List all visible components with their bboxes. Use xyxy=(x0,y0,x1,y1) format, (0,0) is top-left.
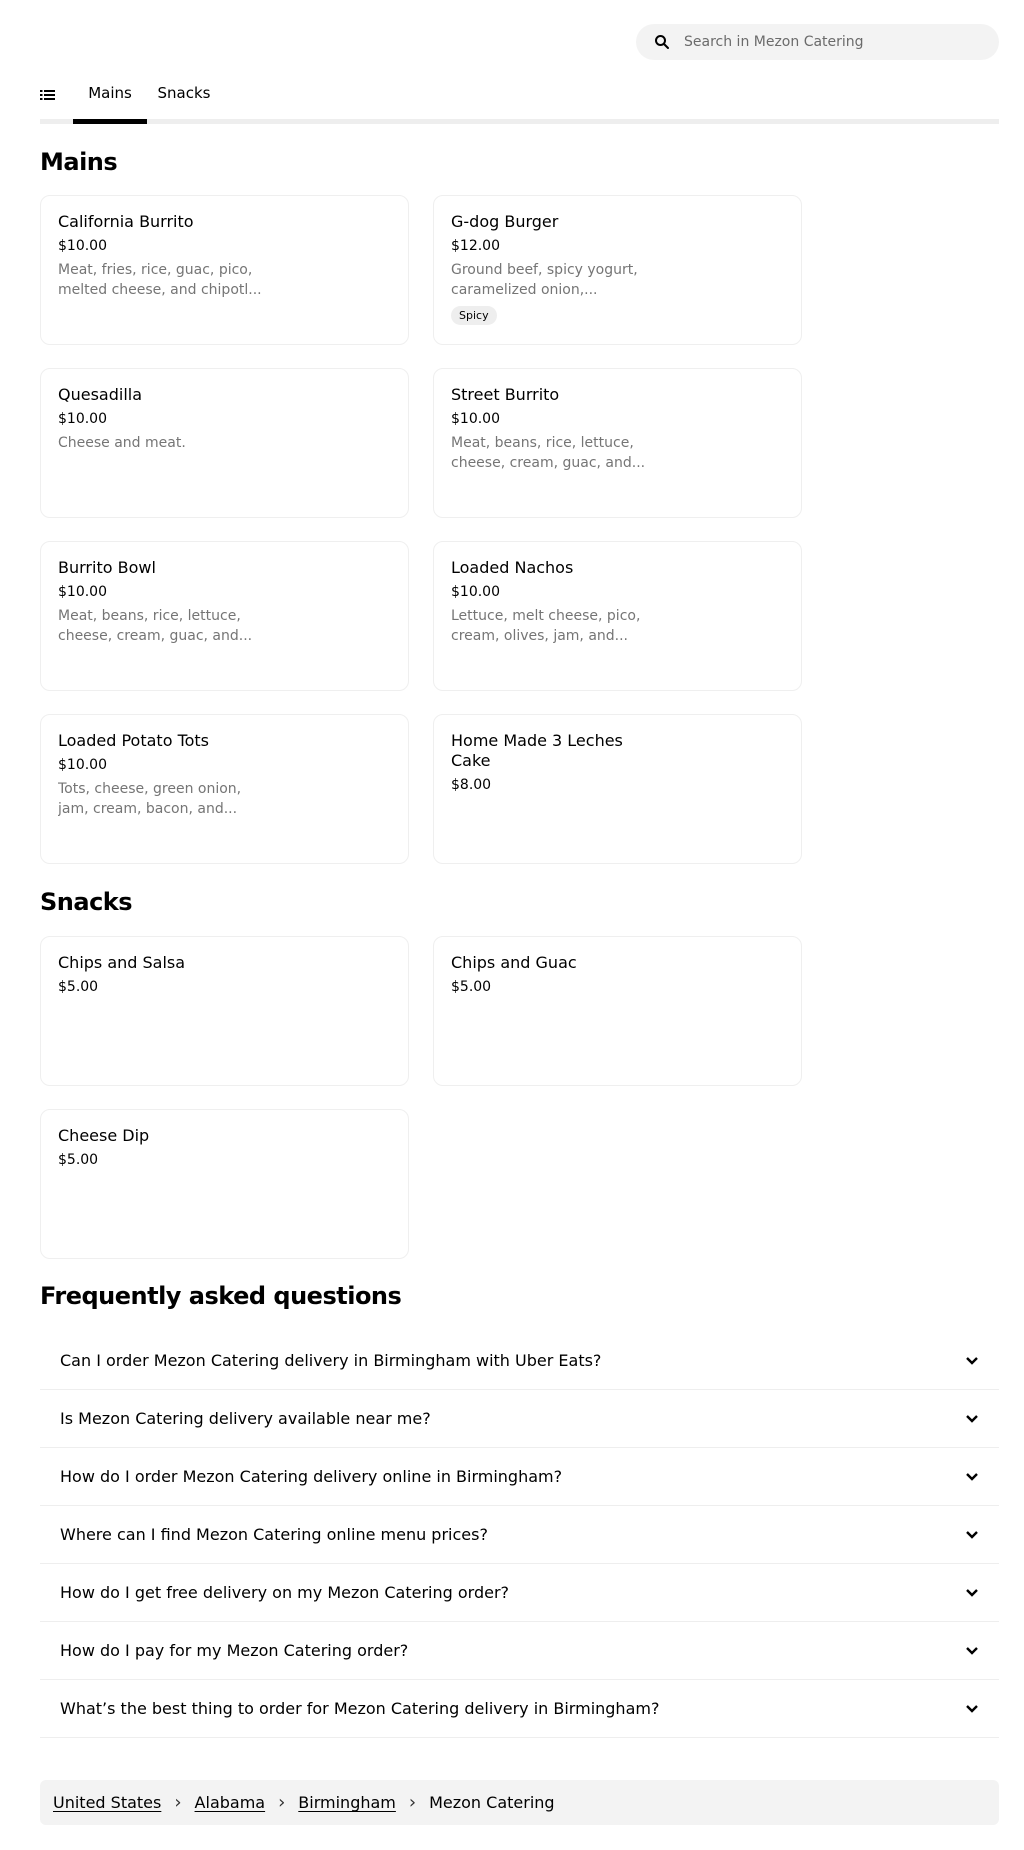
item-description: Lettuce, melt cheese, pico, cream, olive… xyxy=(451,608,641,644)
spicy-badge: Spicy xyxy=(451,306,497,325)
chevron-down-icon xyxy=(966,1356,978,1365)
list-menu-icon[interactable] xyxy=(40,88,56,102)
chevron-right-icon: › xyxy=(278,1792,286,1813)
breadcrumb: United States › Alabama › Birmingham › M… xyxy=(40,1780,999,1825)
menu-item-card[interactable]: Street Burrito $10.00 Meat, beans, rice,… xyxy=(433,368,802,518)
search-bar[interactable] xyxy=(636,24,999,60)
menu-item-card[interactable]: Burrito Bowl $10.00 Meat, beans, rice, l… xyxy=(40,541,409,691)
faq-question: Where can I find Mezon Catering online m… xyxy=(60,1525,488,1544)
item-name: Quesadilla xyxy=(58,385,143,404)
breadcrumb-link-city[interactable]: Birmingham xyxy=(298,1793,396,1812)
item-name: California Burrito xyxy=(58,212,194,231)
item-price: $10.00 xyxy=(451,411,500,427)
item-price: $5.00 xyxy=(58,1152,99,1168)
menu-item-card[interactable]: Cheese Dip $5.00 xyxy=(40,1109,409,1259)
menu-item-card[interactable]: California Burrito $10.00 Meat, fries, r… xyxy=(40,195,409,345)
item-price: $10.00 xyxy=(58,584,107,600)
tab-snacks[interactable]: Snacks xyxy=(147,82,221,124)
section-title-mains: Mains xyxy=(40,148,118,176)
faq-item[interactable]: How do I pay for my Mezon Catering order… xyxy=(40,1622,999,1680)
item-name: Loaded Nachos xyxy=(451,558,574,577)
faq-item[interactable]: Where can I find Mezon Catering online m… xyxy=(40,1506,999,1564)
item-description: Meat, beans, rice, lettuce, cheese, crea… xyxy=(58,608,253,644)
item-price: $5.00 xyxy=(58,979,99,995)
faq-question: How do I order Mezon Catering delivery o… xyxy=(60,1467,563,1486)
faq-item[interactable]: How do I order Mezon Catering delivery o… xyxy=(40,1448,999,1506)
item-description: Meat, beans, rice, lettuce, cheese, crea… xyxy=(451,435,646,471)
item-price: $12.00 xyxy=(451,238,500,254)
item-price: $10.00 xyxy=(58,238,107,254)
faq-item[interactable]: What’s the best thing to order for Mezon… xyxy=(40,1680,999,1738)
section-title-snacks: Snacks xyxy=(40,888,133,916)
menu-item-card[interactable]: Chips and Guac $5.00 xyxy=(433,936,802,1086)
faq-item[interactable]: Is Mezon Catering delivery available nea… xyxy=(40,1390,999,1448)
search-input[interactable] xyxy=(684,24,984,60)
chevron-down-icon xyxy=(966,1646,978,1655)
breadcrumb-link-state[interactable]: Alabama xyxy=(195,1793,266,1812)
search-icon xyxy=(655,35,669,49)
item-description: Tots, cheese, green onion, jam, cream, b… xyxy=(58,781,242,817)
chevron-down-icon xyxy=(966,1472,978,1481)
chevron-down-icon xyxy=(966,1704,978,1713)
faq-question: Is Mezon Catering delivery available nea… xyxy=(60,1409,431,1428)
item-name: Chips and Guac xyxy=(451,953,577,972)
chevron-right-icon: › xyxy=(408,1792,417,1813)
item-price: $5.00 xyxy=(451,979,492,995)
faq-list: Can I order Mezon Catering delivery in B… xyxy=(40,1332,999,1738)
item-price: $10.00 xyxy=(451,584,500,600)
menu-item-card[interactable]: Loaded Potato Tots $10.00 Tots, cheese, … xyxy=(40,714,409,864)
faq-title: Frequently asked questions xyxy=(40,1282,402,1310)
tab-mains[interactable]: Mains xyxy=(73,82,147,124)
chevron-right-icon: › xyxy=(174,1792,182,1813)
menu-item-card[interactable]: Chips and Salsa $5.00 xyxy=(40,936,409,1086)
item-name: Street Burrito xyxy=(451,385,560,404)
menu-item-card[interactable]: Home Made 3 Leches Cake $8.00 xyxy=(433,714,802,864)
item-price: $8.00 xyxy=(451,777,492,793)
breadcrumb-current: Mezon Catering xyxy=(429,1793,555,1812)
item-name: G-dog Burger xyxy=(451,212,559,231)
item-description: Ground beef, spicy yogurt, caramelized o… xyxy=(451,262,638,298)
chevron-down-icon xyxy=(966,1530,978,1539)
faq-question: What’s the best thing to order for Mezon… xyxy=(60,1699,660,1718)
item-name: Home Made 3 Leches Cake xyxy=(451,731,623,770)
item-name: Loaded Potato Tots xyxy=(58,731,210,750)
faq-item[interactable]: How do I get free delivery on my Mezon C… xyxy=(40,1564,999,1622)
item-description: Meat, fries, rice, guac, pico, melted ch… xyxy=(58,262,262,298)
faq-question: How do I pay for my Mezon Catering order… xyxy=(60,1641,409,1660)
item-description: Cheese and meat. xyxy=(58,435,186,451)
item-name: Chips and Salsa xyxy=(58,953,186,972)
menu-item-card[interactable]: G-dog Burger $12.00 Ground beef, spicy y… xyxy=(433,195,802,345)
faq-question: Can I order Mezon Catering delivery in B… xyxy=(60,1351,602,1370)
breadcrumb-link-country[interactable]: United States xyxy=(53,1793,161,1812)
chevron-down-icon xyxy=(966,1414,978,1423)
menu-item-card[interactable]: Quesadilla $10.00 Cheese and meat. xyxy=(40,368,409,518)
menu-item-card[interactable]: Loaded Nachos $10.00 Lettuce, melt chees… xyxy=(433,541,802,691)
faq-item[interactable]: Can I order Mezon Catering delivery in B… xyxy=(40,1332,999,1390)
item-name: Burrito Bowl xyxy=(58,558,156,577)
item-name: Cheese Dip xyxy=(58,1126,150,1145)
item-price: $10.00 xyxy=(58,757,107,773)
faq-question: How do I get free delivery on my Mezon C… xyxy=(60,1583,510,1602)
chevron-down-icon xyxy=(966,1588,978,1597)
category-tabs: Mains Snacks xyxy=(40,82,999,124)
item-price: $10.00 xyxy=(58,411,107,427)
